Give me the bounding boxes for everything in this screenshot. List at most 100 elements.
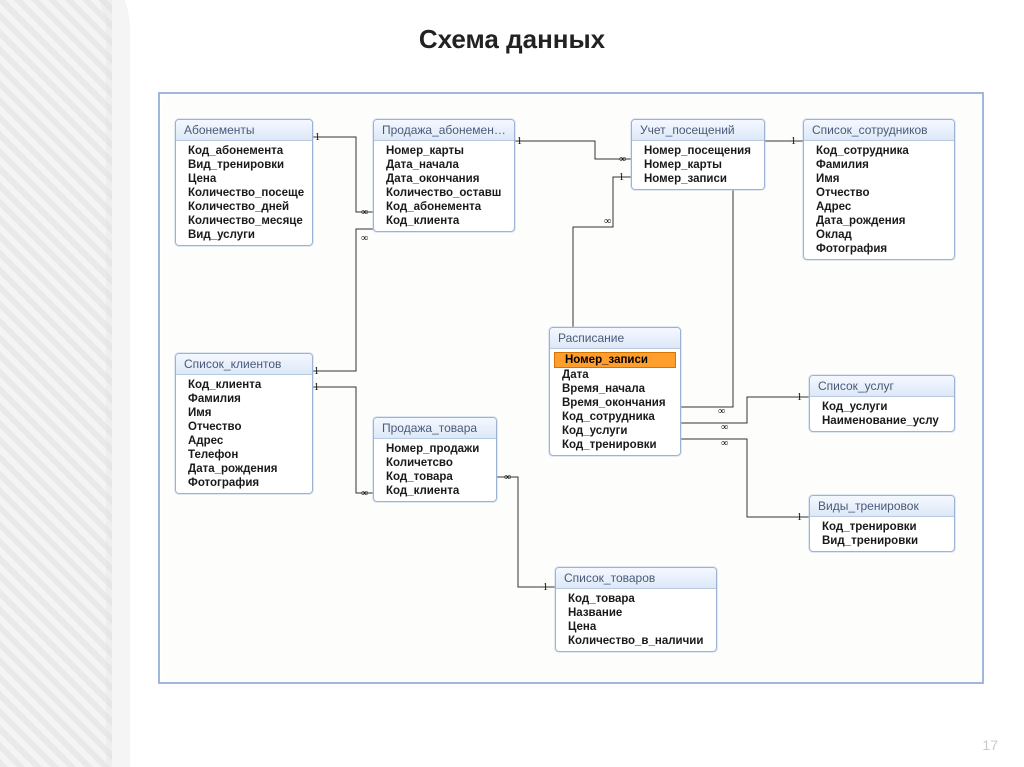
cardinality-label: 1 [543, 583, 548, 593]
cardinality-label: ∞ [604, 217, 611, 227]
field-item[interactable]: Дата [552, 368, 678, 382]
field-item[interactable]: Код_клиента [376, 484, 494, 498]
cardinality-label: 1 [797, 393, 802, 403]
table-header[interactable]: Продажа_абонемен… [374, 120, 514, 141]
field-item[interactable]: Телефон [178, 448, 310, 462]
field-item[interactable]: Количетсво [376, 456, 494, 470]
field-item[interactable]: Количество_месяце [178, 214, 310, 228]
cardinality-label: ∞ [361, 489, 368, 499]
cardinality-label: 1 [619, 173, 624, 183]
field-item[interactable]: Время_окончания [552, 396, 678, 410]
schema-canvas: АбонементыКод_абонементаВид_тренировкиЦе… [158, 92, 984, 684]
cardinality-label: 1 [791, 137, 796, 147]
table-abonementy[interactable]: АбонементыКод_абонементаВид_тренировкиЦе… [175, 119, 313, 246]
cardinality-label: ∞ [718, 407, 725, 417]
field-item[interactable]: Дата_окончания [376, 172, 512, 186]
field-item[interactable]: Имя [178, 406, 310, 420]
field-item[interactable]: Код_абонемента [376, 200, 512, 214]
field-item[interactable]: Дата_начала [376, 158, 512, 172]
table-body: Код_абонементаВид_тренировкиЦенаКоличест… [176, 141, 312, 245]
field-item[interactable]: Адрес [178, 434, 310, 448]
table-spisok-uslug[interactable]: Список_услугКод_услугиНаименование_услу [809, 375, 955, 432]
field-item[interactable]: Имя [806, 172, 952, 186]
table-header[interactable]: Список_клиентов [176, 354, 312, 375]
field-item[interactable]: Количество_посеще [178, 186, 310, 200]
field-item[interactable]: Цена [178, 172, 310, 186]
field-item[interactable]: Время_начала [552, 382, 678, 396]
table-vidy-trenirovok[interactable]: Виды_тренировокКод_тренировкиВид_трениро… [809, 495, 955, 552]
cardinality-label: ∞ [619, 155, 626, 165]
field-item[interactable]: Вид_тренировки [812, 534, 952, 548]
table-body: Номер_продажиКоличетсвоКод_товараКод_кли… [374, 439, 496, 501]
cardinality-label: ∞ [361, 234, 368, 244]
field-item[interactable]: Наименование_услу [812, 414, 952, 428]
page-number: 17 [982, 737, 998, 753]
field-item[interactable]: Код_товара [376, 470, 494, 484]
field-item[interactable]: Номер_записи [634, 172, 762, 186]
field-item[interactable]: Фамилия [806, 158, 952, 172]
field-item[interactable]: Код_сотрудника [806, 144, 952, 158]
cardinality-label: ∞ [721, 423, 728, 433]
table-spisok-sotrudnikov[interactable]: Список_сотрудниковКод_сотрудникаФамилияИ… [803, 119, 955, 260]
field-item[interactable]: Номер_карты [634, 158, 762, 172]
field-item[interactable]: Отчество [178, 420, 310, 434]
table-prodazha-tovara[interactable]: Продажа_товараНомер_продажиКоличетсвоКод… [373, 417, 497, 502]
field-item[interactable]: Адрес [806, 200, 952, 214]
field-item[interactable]: Номер_карты [376, 144, 512, 158]
table-uchet-poseshch[interactable]: Учет_посещений Номер_посещенияНомер_карты… [631, 119, 765, 190]
table-header[interactable]: Виды_тренировок [810, 496, 954, 517]
field-item[interactable]: Код_тренировки [812, 520, 952, 534]
table-spisok-tovarov[interactable]: Список_товаровКод_товараНазваниеЦенаКоли… [555, 567, 717, 652]
field-item[interactable]: Вид_услуги [178, 228, 310, 242]
table-body: Код_тренировкиВид_тренировки [810, 517, 954, 551]
table-header[interactable]: Абонементы [176, 120, 312, 141]
table-prodazha-abon[interactable]: Продажа_абонемен… Номер_картыДата_началаД… [373, 119, 515, 232]
field-item[interactable]: Оклад [806, 228, 952, 242]
field-item[interactable]: Фотография [806, 242, 952, 256]
table-header[interactable]: Список_товаров [556, 568, 716, 589]
field-item[interactable]: Количество_оставш [376, 186, 512, 200]
table-body: Код_товараНазваниеЦенаКоличество_в_налич… [556, 589, 716, 651]
table-header[interactable]: Расписание [550, 328, 680, 349]
cardinality-label: ∞ [504, 473, 511, 483]
cardinality-label: ∞ [721, 439, 728, 449]
field-item[interactable]: Название [558, 606, 714, 620]
table-body: Код_услугиНаименование_услу [810, 397, 954, 431]
field-item[interactable]: Вид_тренировки [178, 158, 310, 172]
table-spisok-klientov[interactable]: Список_клиентовКод_клиентаФамилияИмяОтче… [175, 353, 313, 494]
cardinality-label: 1 [314, 383, 319, 393]
field-item[interactable]: Код_абонемента [178, 144, 310, 158]
field-item[interactable]: Код_тренировки [552, 438, 678, 452]
field-item[interactable]: Код_клиента [376, 214, 512, 228]
table-raspisanie[interactable]: РасписаниеНомер_записиДатаВремя_началаВр… [549, 327, 681, 456]
cardinality-label: 1 [314, 367, 319, 377]
cardinality-label: 1 [517, 137, 522, 147]
table-header[interactable]: Список_услуг [810, 376, 954, 397]
field-item[interactable]: Цена [558, 620, 714, 634]
field-item[interactable]: Номер_посещения [634, 144, 762, 158]
field-item[interactable]: Код_услуги [812, 400, 952, 414]
field-item[interactable]: Количество_в_наличии [558, 634, 714, 648]
field-item[interactable]: Код_сотрудника [552, 410, 678, 424]
page-title: Схема данных [0, 24, 1024, 55]
field-item[interactable]: Номер_записи [554, 352, 676, 368]
table-body: Код_клиентаФамилияИмяОтчествоАдресТелефо… [176, 375, 312, 493]
field-item[interactable]: Количество_дней [178, 200, 310, 214]
field-item[interactable]: Дата_рождения [178, 462, 310, 476]
cardinality-label: ∞ [361, 208, 368, 218]
field-item[interactable]: Код_услуги [552, 424, 678, 438]
field-item[interactable]: Дата_рождения [806, 214, 952, 228]
table-header[interactable]: Список_сотрудников [804, 120, 954, 141]
field-item[interactable]: Код_товара [558, 592, 714, 606]
field-item[interactable]: Номер_продажи [376, 442, 494, 456]
field-item[interactable]: Фамилия [178, 392, 310, 406]
table-header[interactable]: Продажа_товара [374, 418, 496, 439]
field-item[interactable]: Код_клиента [178, 378, 310, 392]
table-body: Номер_записиДатаВремя_началаВремя_оконча… [550, 349, 680, 455]
field-item[interactable]: Отчество [806, 186, 952, 200]
table-body: Код_сотрудникаФамилияИмяОтчествоАдресДат… [804, 141, 954, 259]
cardinality-label: 1 [315, 133, 320, 143]
field-item[interactable]: Фотография [178, 476, 310, 490]
cardinality-label: 1 [797, 513, 802, 523]
table-header[interactable]: Учет_посещений [632, 120, 764, 141]
